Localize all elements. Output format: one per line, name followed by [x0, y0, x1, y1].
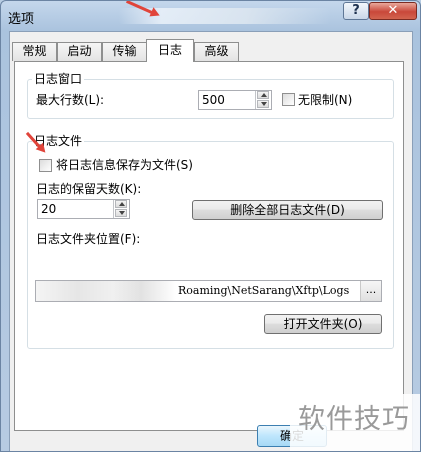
log-folder-path-input[interactable]: Roaming\NetSarang\Xftp\Logs ... [35, 280, 382, 302]
max-lines-value[interactable]: 500 [202, 93, 225, 107]
dialog-client: 常规 启动 传输 日志 高级 日志窗口 最大行数(L): 500 无限制(N) [9, 31, 413, 451]
tab-general[interactable]: 常规 [12, 42, 57, 61]
spin-down-button[interactable] [115, 209, 127, 217]
browse-folder-button[interactable]: ... [360, 281, 381, 301]
spin-down-button[interactable] [257, 100, 269, 108]
blurred-path-prefix [36, 281, 176, 301]
tab-startup[interactable]: 启动 [57, 42, 102, 61]
max-lines-label: 最大行数(L): [36, 93, 105, 107]
title-bar[interactable]: 选项 ? ✕ [1, 1, 420, 29]
arrow-up-icon [119, 202, 125, 206]
retention-days-value[interactable]: 20 [41, 202, 56, 216]
arrow-down-icon [261, 102, 267, 106]
retention-days-label: 日志的保留天数(K): [36, 182, 142, 196]
arrow-up-icon [261, 93, 267, 97]
spin-up-button[interactable] [115, 200, 127, 208]
log-window-group-title: 日志窗口 [32, 72, 85, 86]
close-button[interactable]: ✕ [369, 2, 417, 20]
tab-transfer[interactable]: 传输 [102, 42, 147, 61]
retention-days-spinner[interactable]: 20 [37, 199, 130, 219]
tab-advanced[interactable]: 高级 [194, 42, 239, 61]
dialog-title: 选项 [8, 12, 35, 27]
delete-all-logs-button[interactable]: 删除全部日志文件(D) [192, 200, 383, 220]
log-folder-label: 日志文件夹位置(F): [36, 232, 141, 246]
log-tab-panel: 日志窗口 最大行数(L): 500 无限制(N) 日志文件 将日志信息保存为文件… [14, 61, 404, 431]
save-log-checkbox[interactable] [39, 159, 52, 172]
spin-up-button[interactable] [257, 91, 269, 99]
save-log-label[interactable]: 将日志信息保存为文件(S) [56, 158, 193, 172]
open-folder-button[interactable]: 打开文件夹(O) [264, 314, 382, 334]
log-window-group: 日志窗口 最大行数(L): 500 无限制(N) [27, 72, 394, 119]
help-button[interactable]: ? [343, 2, 369, 20]
tab-log[interactable]: 日志 [146, 39, 194, 62]
close-icon: ✕ [387, 3, 399, 18]
max-lines-spinner-arrows [255, 91, 271, 109]
unlimited-label[interactable]: 无限制(N) [298, 93, 352, 107]
arrow-down-icon [119, 211, 125, 215]
watermark: 软件技巧 [290, 394, 420, 451]
log-folder-path-text[interactable]: Roaming\NetSarang\Xftp\Logs [178, 284, 349, 298]
retention-spinner-arrows [113, 200, 129, 218]
watermark-text: 软件技巧 [298, 404, 410, 435]
max-lines-spinner[interactable]: 500 [198, 90, 272, 110]
options-dialog: 选项 ? ✕ 常规 启动 传输 日志 高级 日志窗口 最大行数(L): 500 [0, 0, 421, 452]
unlimited-checkbox[interactable] [282, 93, 295, 106]
